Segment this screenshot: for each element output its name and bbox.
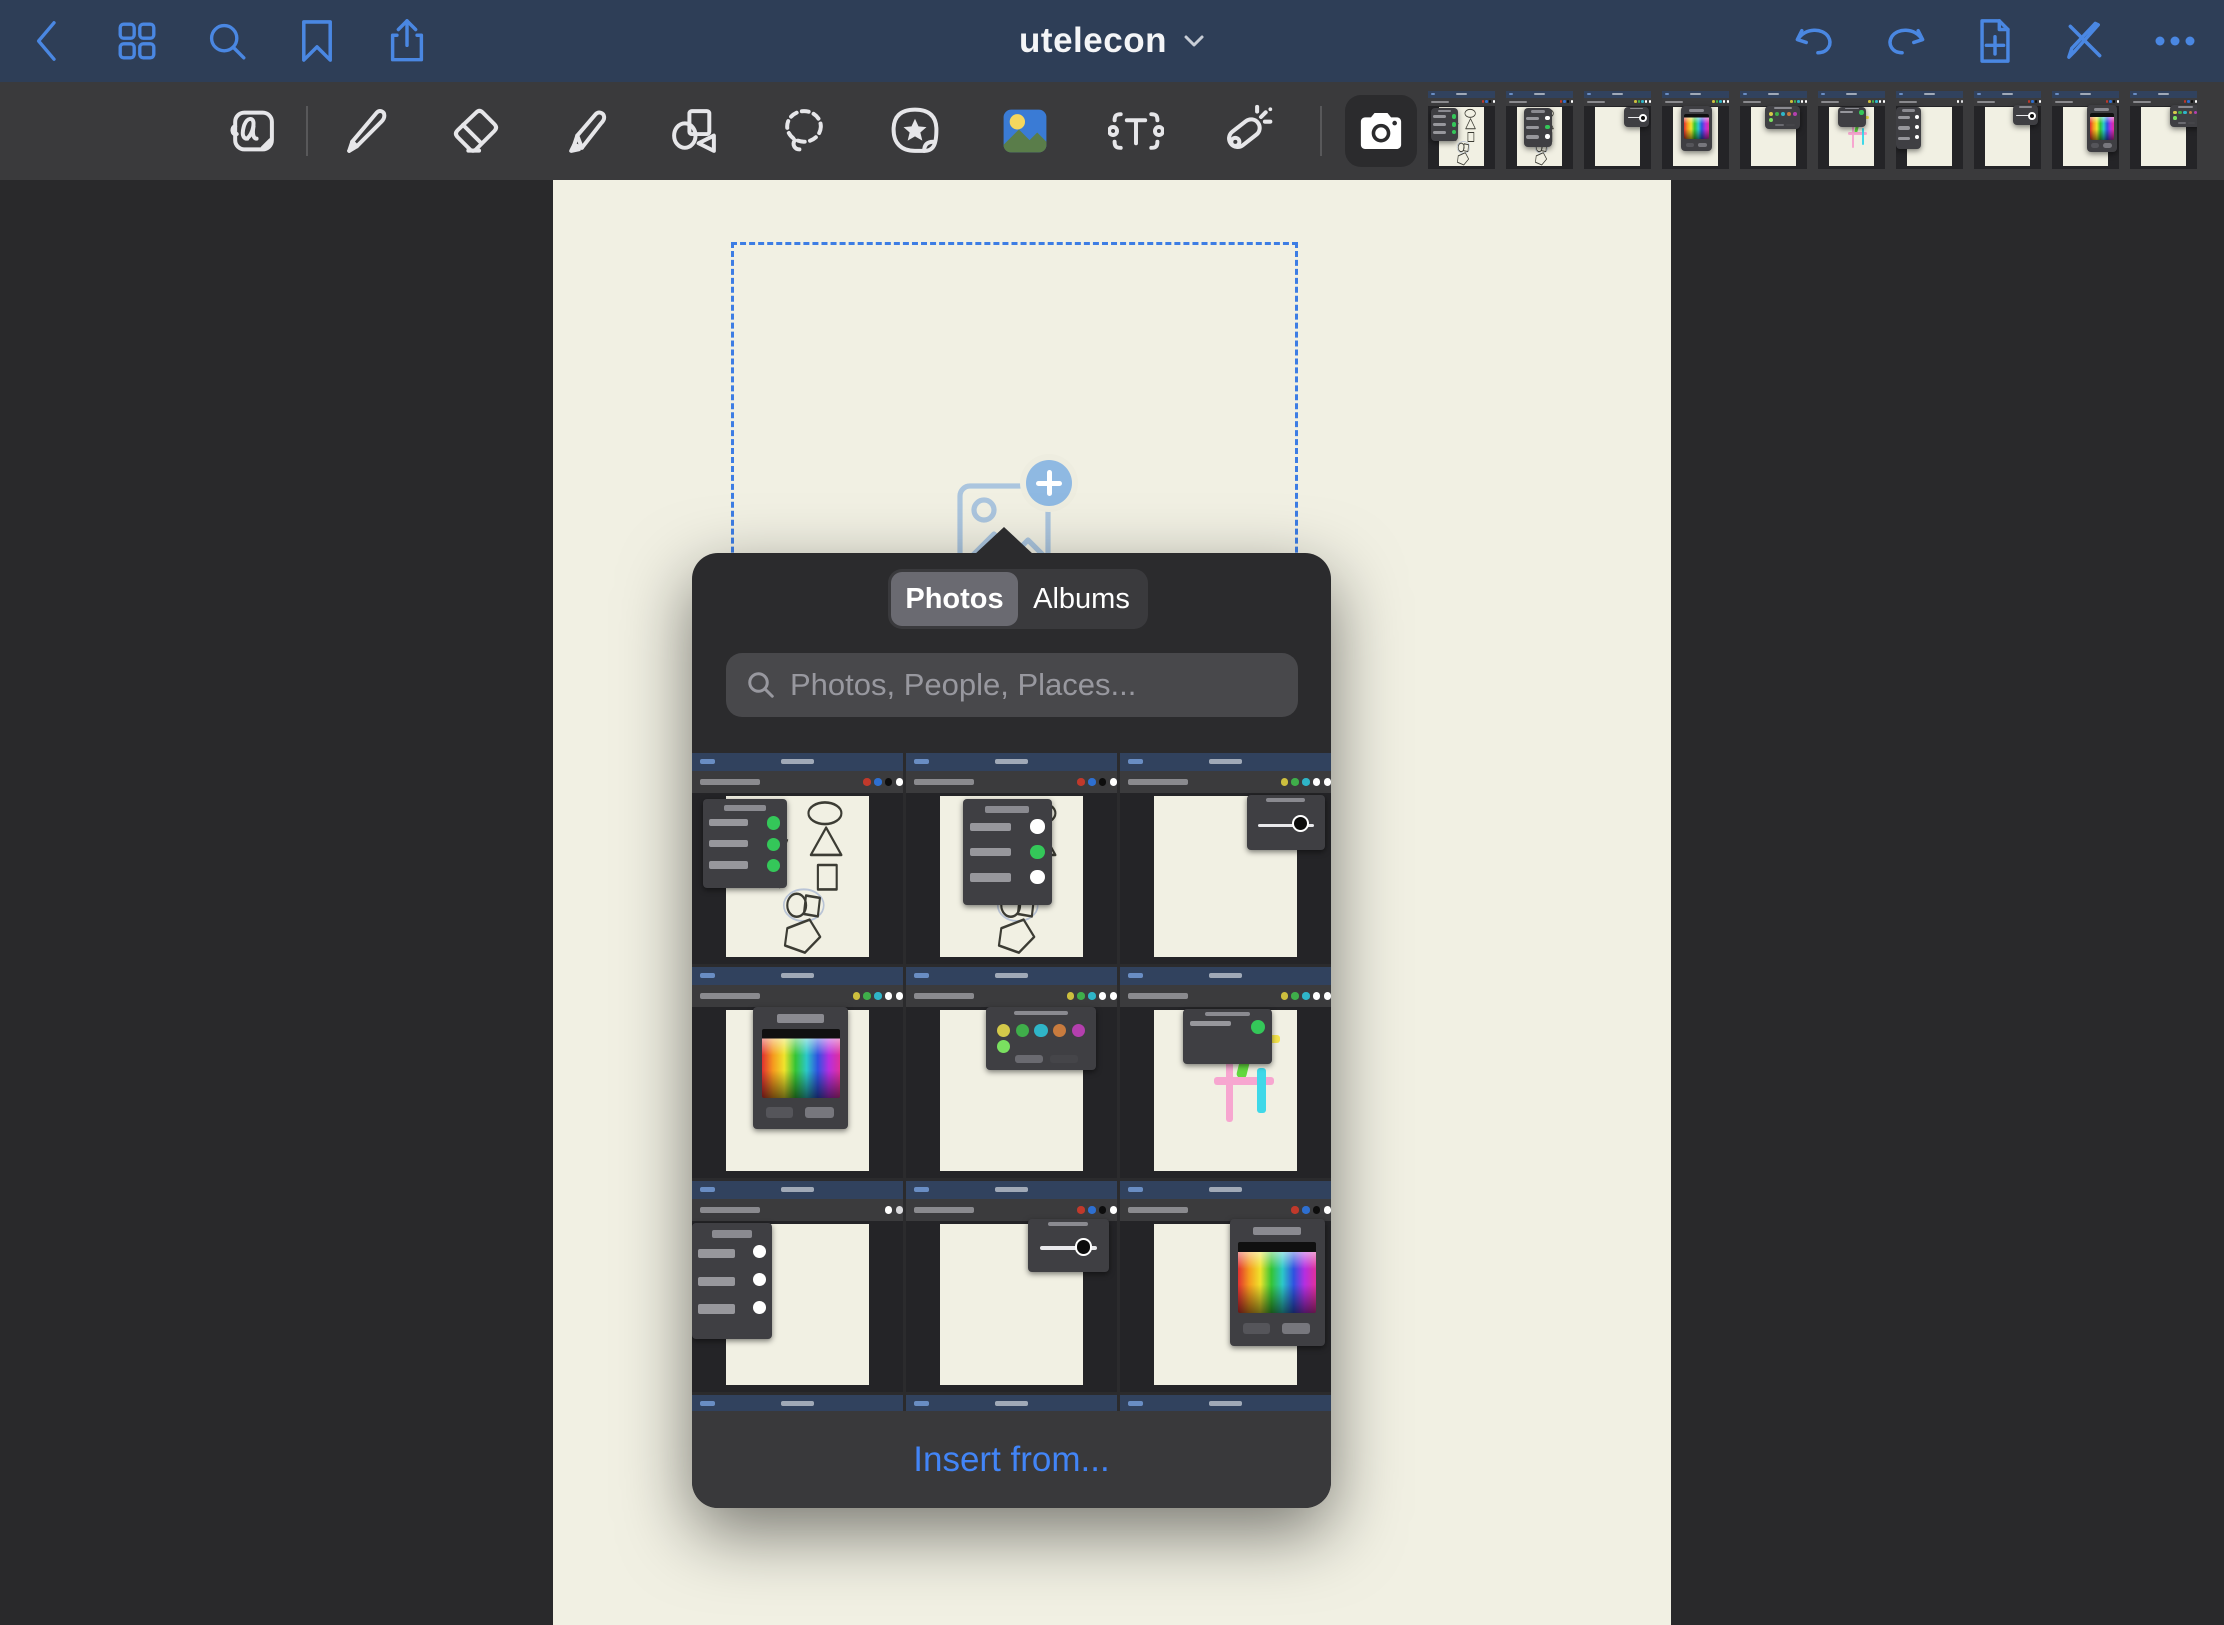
back-icon[interactable] [24, 18, 70, 64]
mini-popover-panel [1247, 795, 1325, 850]
page-thumbnail[interactable] [1662, 91, 1729, 169]
photo-thumbnail[interactable] [906, 753, 1117, 964]
popover-arrow [974, 527, 1034, 555]
photo-thumbnail[interactable] [1120, 967, 1331, 1178]
mini-popover-panel [2087, 105, 2117, 152]
stickers-tool[interactable] [879, 95, 951, 167]
photo-thumbnail[interactable] [692, 967, 903, 1178]
lasso-tool[interactable] [768, 95, 840, 167]
photo-thumbnail[interactable] [1120, 753, 1331, 964]
mini-highlighter-stroke [1257, 1068, 1266, 1113]
photo-thumbnail[interactable] [1120, 1181, 1331, 1392]
mini-popover-panel [986, 1007, 1096, 1070]
mini-popover-panel [2013, 105, 2038, 125]
mini-popover-panel [1838, 107, 1866, 127]
mini-popover-panel [692, 1223, 772, 1339]
chevron-down-icon [1183, 33, 1205, 49]
photos-albums-segmented-control: Photos Albums [888, 569, 1148, 629]
photo-grid-partial-row [692, 1395, 1331, 1411]
photo-thumbnail[interactable] [692, 753, 903, 964]
mini-highlighter-stroke [1862, 128, 1865, 145]
mini-popover-panel [1028, 1219, 1108, 1272]
add-page-icon[interactable] [1972, 18, 2018, 64]
tab-photos[interactable]: Photos [891, 572, 1018, 626]
top-navigation-bar: utelecon [0, 0, 2224, 82]
insert-from-button[interactable]: Insert from... [692, 1411, 1331, 1508]
mini-popover-panel [1624, 107, 1649, 127]
text-tool[interactable] [1100, 95, 1172, 167]
photo-thumbnail[interactable] [906, 967, 1117, 1178]
page-thumbnail[interactable] [1428, 91, 1495, 169]
mini-popover-panel [2170, 105, 2197, 127]
mini-popover-panel [703, 799, 787, 888]
tab-albums[interactable]: Albums [1018, 572, 1145, 626]
mini-popover-panel [1183, 1009, 1272, 1064]
photo-search-input[interactable]: Photos, People, Places... [726, 653, 1298, 717]
mini-popover-panel [1765, 106, 1800, 129]
search-icon [746, 670, 776, 700]
page-thumbnail[interactable] [1584, 91, 1651, 169]
photo-thumbnail[interactable] [906, 1181, 1117, 1392]
eraser-tool[interactable] [440, 95, 512, 167]
page-thumbnail[interactable] [1740, 91, 1807, 169]
document-title[interactable]: utelecon [1019, 0, 1205, 82]
camera-button[interactable] [1345, 95, 1417, 167]
drawing-toolbar [0, 82, 2224, 180]
toolbar-divider [306, 106, 308, 156]
mini-popover-panel [1896, 107, 1921, 150]
page-thumbnail[interactable] [2052, 91, 2119, 169]
shapes-tool[interactable] [658, 95, 730, 167]
photo-picker-popover: Photos Albums Photos, People, Places... … [692, 553, 1331, 1508]
add-image-badge[interactable] [1026, 460, 1072, 506]
mini-popover-panel [1230, 1219, 1325, 1346]
photo-grid [692, 753, 1331, 1392]
pages-grid-icon[interactable] [114, 18, 160, 64]
search-placeholder: Photos, People, Places... [790, 667, 1136, 703]
more-icon[interactable] [2152, 18, 2198, 64]
app-window: utelecon [0, 0, 2224, 1625]
bookmark-icon[interactable] [294, 18, 340, 64]
read-only-pen-icon[interactable] [2062, 18, 2108, 64]
page-thumbnail-strip [1428, 91, 2224, 171]
share-icon[interactable] [384, 18, 430, 64]
toolbar-divider [1320, 106, 1322, 156]
undo-icon[interactable] [1792, 18, 1838, 64]
mini-popover-panel [1524, 108, 1552, 147]
laser-pointer-tool[interactable] [1211, 95, 1283, 167]
document-title-text: utelecon [1019, 21, 1167, 61]
image-tool[interactable] [989, 95, 1061, 167]
mini-popover-panel [963, 799, 1052, 905]
page-thumbnail[interactable] [1818, 91, 1885, 169]
mini-popover-panel [1431, 108, 1458, 141]
camera-icon [1358, 111, 1404, 151]
highlighter-tool[interactable] [552, 95, 624, 167]
page-thumbnail[interactable] [1974, 91, 2041, 169]
photo-thumbnail[interactable] [692, 1395, 903, 1411]
pen-tool[interactable] [330, 95, 402, 167]
redo-icon[interactable] [1882, 18, 1928, 64]
page-thumbnail[interactable] [2130, 91, 2197, 169]
zoom-window-tool[interactable] [216, 95, 288, 167]
photo-thumbnail[interactable] [906, 1395, 1117, 1411]
mini-popover-panel [753, 1007, 848, 1129]
mini-popover-panel [1681, 106, 1711, 151]
photo-thumbnail[interactable] [1120, 1395, 1331, 1411]
search-icon[interactable] [204, 18, 250, 64]
page-thumbnail[interactable] [1506, 91, 1573, 169]
photo-thumbnail[interactable] [692, 1181, 903, 1392]
mini-highlighter-stroke [1848, 132, 1867, 135]
page-thumbnail[interactable] [1896, 91, 1963, 169]
